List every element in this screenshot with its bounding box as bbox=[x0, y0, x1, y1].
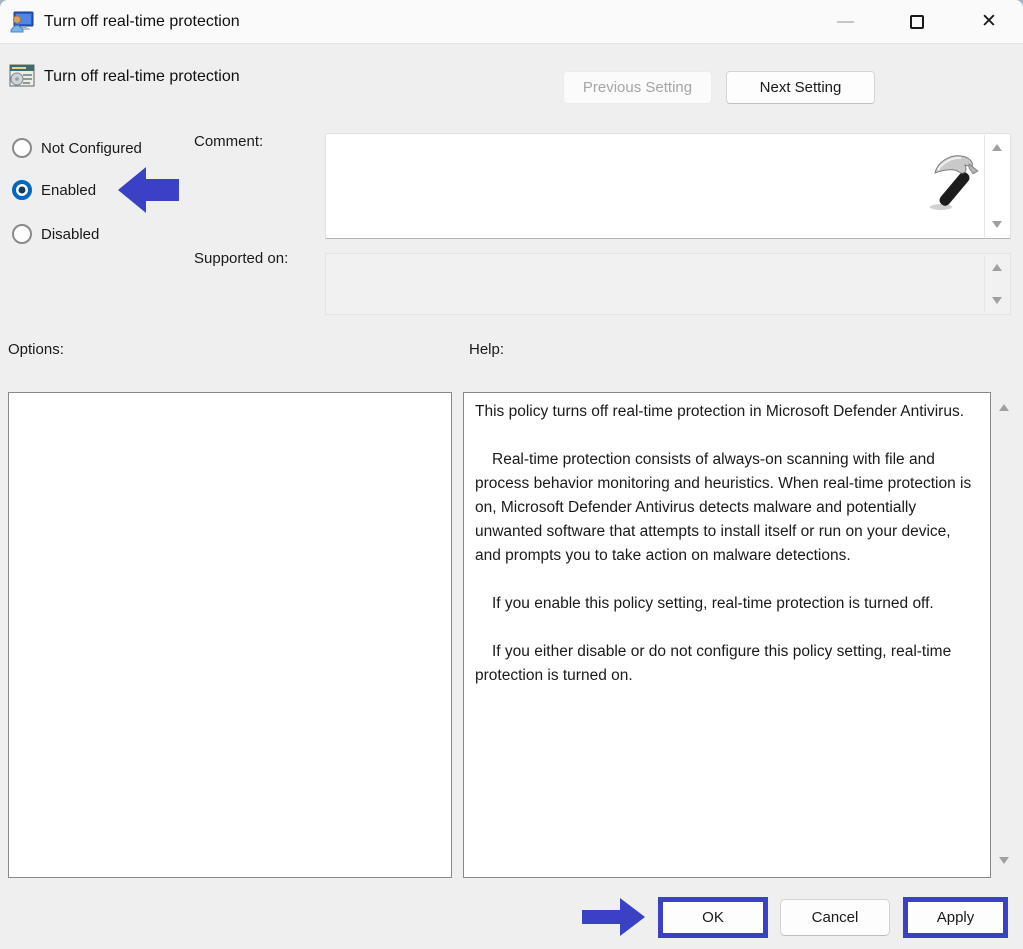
help-paragraph: This policy turns off real-time protecti… bbox=[475, 400, 979, 424]
radio-selected-icon bbox=[12, 180, 32, 200]
comment-textarea[interactable] bbox=[325, 133, 1011, 239]
radio-not-configured[interactable]: Not Configured bbox=[12, 137, 142, 159]
apply-button[interactable]: Apply bbox=[903, 897, 1008, 938]
maximize-icon bbox=[910, 15, 924, 29]
group-policy-user-icon bbox=[10, 10, 34, 34]
ok-button[interactable]: OK bbox=[658, 897, 768, 938]
window-title: Turn off real-time protection bbox=[44, 0, 240, 44]
radio-circle-icon bbox=[12, 224, 32, 244]
help-scrollbar[interactable] bbox=[996, 392, 1014, 878]
radio-label: Disabled bbox=[41, 226, 99, 243]
supported-scroll-down-icon[interactable] bbox=[990, 297, 1004, 304]
comment-scroll-down-icon[interactable] bbox=[990, 221, 1004, 228]
options-panel bbox=[8, 392, 452, 878]
previous-setting-button[interactable]: Previous Setting bbox=[563, 71, 712, 104]
help-scroll-up-icon[interactable] bbox=[999, 404, 1009, 411]
help-paragraph: If you either disable or do not configur… bbox=[475, 640, 979, 688]
radio-enabled[interactable]: Enabled bbox=[12, 179, 96, 201]
maximize-button[interactable] bbox=[894, 0, 940, 43]
minimize-button[interactable] bbox=[822, 0, 868, 43]
help-paragraph: If you enable this policy setting, real-… bbox=[475, 592, 979, 616]
minimize-icon bbox=[837, 21, 854, 23]
policy-setting-icon bbox=[8, 62, 36, 90]
supported-on-label: Supported on: bbox=[194, 250, 288, 267]
policy-setting-dialog: Turn off real-time protection ✕ Turn off… bbox=[0, 0, 1023, 949]
options-label: Options: bbox=[8, 341, 64, 358]
help-panel: This policy turns off real-time protecti… bbox=[463, 392, 991, 878]
help-paragraph: Real-time protection consists of always-… bbox=[475, 448, 979, 568]
cancel-button[interactable]: Cancel bbox=[780, 899, 890, 936]
cancel-button-label: Cancel bbox=[812, 909, 859, 926]
supported-on-textarea bbox=[325, 253, 1011, 315]
policy-name-heading: Turn off real-time protection bbox=[44, 68, 240, 86]
help-scroll-down-icon[interactable] bbox=[999, 857, 1009, 864]
comment-label: Comment: bbox=[194, 133, 263, 150]
annotation-arrow-ok-icon bbox=[582, 898, 645, 936]
apply-button-label: Apply bbox=[937, 909, 975, 926]
next-setting-button[interactable]: Next Setting bbox=[726, 71, 875, 104]
radio-label: Not Configured bbox=[41, 140, 142, 157]
title-bar: Turn off real-time protection ✕ bbox=[0, 0, 1023, 44]
annotation-arrow-enabled-icon bbox=[117, 166, 179, 214]
close-button[interactable]: ✕ bbox=[966, 0, 1012, 43]
scrollbar-divider bbox=[984, 255, 985, 313]
radio-label: Enabled bbox=[41, 182, 96, 199]
ok-button-label: OK bbox=[702, 909, 724, 926]
help-label: Help: bbox=[469, 341, 504, 358]
close-icon: ✕ bbox=[981, 12, 997, 31]
supported-scroll-up-icon[interactable] bbox=[990, 264, 1004, 271]
radio-circle-icon bbox=[12, 138, 32, 158]
scrollbar-divider bbox=[984, 135, 985, 237]
hammer-cursor-icon bbox=[928, 150, 984, 212]
comment-scroll-up-icon[interactable] bbox=[990, 144, 1004, 151]
radio-disabled[interactable]: Disabled bbox=[12, 223, 99, 245]
